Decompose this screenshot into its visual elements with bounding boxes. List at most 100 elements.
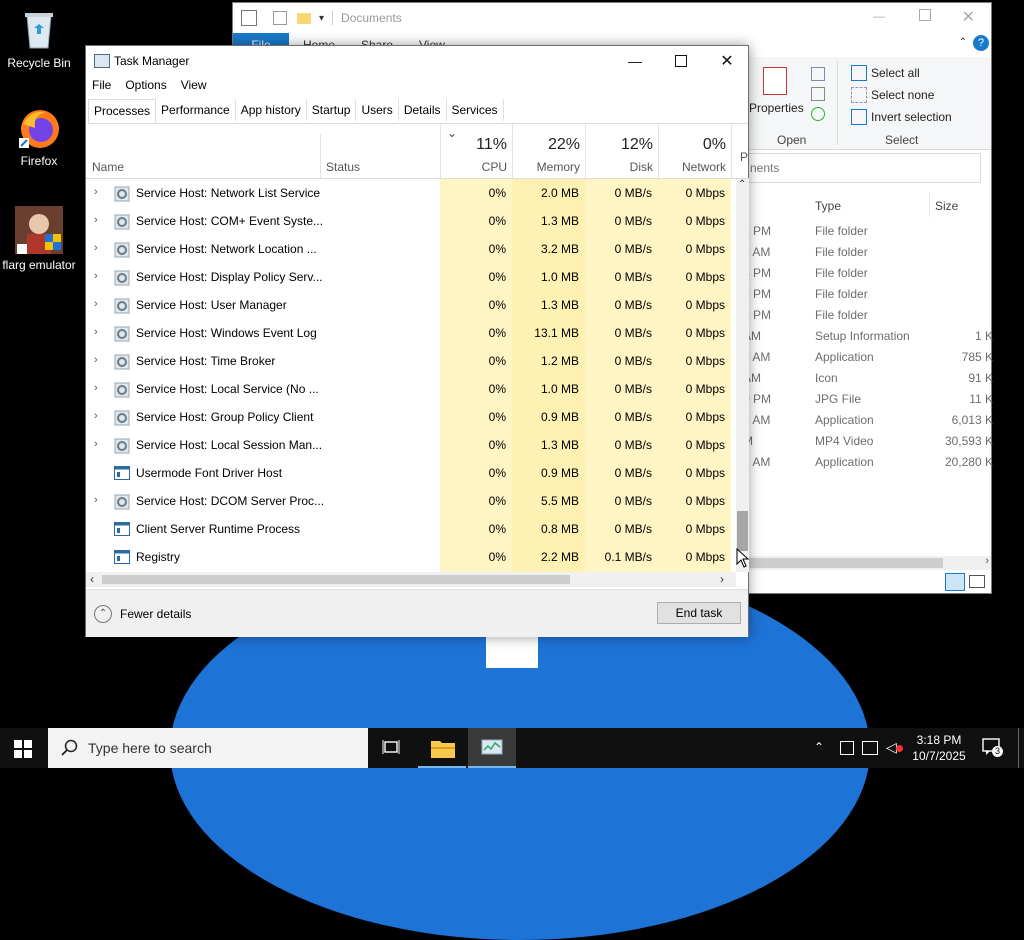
- fewer-details-button[interactable]: ⌃ Fewer details: [94, 605, 191, 623]
- file-row[interactable]: 3 PM File folder: [743, 284, 993, 305]
- file-row[interactable]: 2 AM Application 6,013 K: [743, 410, 993, 431]
- menu-view[interactable]: View: [181, 78, 207, 92]
- clock[interactable]: 3:18 PM 10/7/2025: [912, 732, 966, 772]
- minimize-button[interactable]: —: [612, 46, 658, 76]
- file-row[interactable]: 4 PM File folder: [743, 263, 993, 284]
- vertical-scrollbar[interactable]: ⌃: [736, 179, 749, 572]
- header-network[interactable]: 0% Network: [658, 124, 732, 178]
- process-row[interactable]: › Service Host: Local Service (No ... 0% 1.…: [86, 375, 736, 403]
- explorer-hscroll-thumb[interactable]: [743, 558, 943, 568]
- header-cpu[interactable]: ⌄ 11% CPU: [440, 124, 513, 178]
- horizontal-scroll-thumb[interactable]: [102, 575, 570, 584]
- process-row[interactable]: Usermode Font Driver Host 0% 0.9 MB 0 MB/s 0…: [86, 459, 736, 487]
- properties-quick-icon[interactable]: [273, 11, 287, 25]
- expand-chevron-icon[interactable]: ›: [94, 326, 104, 338]
- tab-details[interactable]: Details: [399, 99, 447, 121]
- edit-icon[interactable]: [811, 87, 825, 101]
- process-row[interactable]: › Service Host: Display Policy Serv... 0% 1…: [86, 263, 736, 291]
- open-icon[interactable]: [811, 67, 825, 81]
- expand-chevron-icon[interactable]: ›: [94, 186, 104, 198]
- expand-chevron-icon[interactable]: ›: [94, 270, 104, 282]
- taskbar-task-manager[interactable]: [468, 728, 516, 768]
- header-disk[interactable]: 12% Disk: [585, 124, 659, 178]
- expand-chevron-icon[interactable]: ›: [94, 214, 104, 226]
- explorer-close-button[interactable]: ✕: [962, 7, 975, 27]
- scroll-right-icon[interactable]: ›: [720, 572, 724, 586]
- process-row[interactable]: › Service Host: Network Location ... 0% 3.2…: [86, 235, 736, 263]
- help-icon[interactable]: ?: [973, 35, 989, 51]
- desktop-icon-flarg-emulator[interactable]: flarg emulator: [1, 206, 77, 272]
- network-icon[interactable]: [862, 741, 878, 755]
- expand-chevron-icon[interactable]: ›: [94, 354, 104, 366]
- scroll-up-icon[interactable]: ⌃: [738, 179, 746, 190]
- taskbar-file-explorer[interactable]: [418, 728, 466, 768]
- tab-performance[interactable]: Performance: [156, 99, 236, 121]
- task-manager-window[interactable]: Task Manager — ✕ File Options View Proce…: [85, 45, 750, 637]
- vertical-scroll-thumb[interactable]: [737, 511, 748, 551]
- process-row[interactable]: Client Server Runtime Process 0% 0.8 MB 0 M…: [86, 515, 736, 543]
- start-button[interactable]: [14, 740, 32, 761]
- process-row[interactable]: › Service Host: Group Policy Client 0% 0.9 …: [86, 403, 736, 431]
- process-row[interactable]: › Service Host: User Manager 0% 1.3 MB 0 MB/…: [86, 291, 736, 319]
- expand-chevron-icon[interactable]: ›: [94, 382, 104, 394]
- invert-selection-button[interactable]: Invert selection: [851, 109, 952, 125]
- process-row[interactable]: › Service Host: Local Session Man... 0% 1.3…: [86, 431, 736, 459]
- collapse-ribbon-icon[interactable]: ⌃: [959, 37, 967, 48]
- process-row[interactable]: › Service Host: Windows Event Log 0% 13.1 M…: [86, 319, 736, 347]
- file-row[interactable]: MMP4 Video30,593 K: [743, 431, 993, 452]
- process-row[interactable]: › Service Host: Network List Service 0% 2.0…: [86, 179, 736, 207]
- volume-muted-icon[interactable]: ◁: [886, 739, 903, 779]
- history-icon[interactable]: [811, 107, 825, 121]
- explorer-hscrollbar[interactable]: ›: [743, 555, 991, 570]
- scroll-right-icon[interactable]: ›: [985, 555, 989, 567]
- details-view-icon[interactable]: [945, 573, 965, 591]
- folder-quick-icon[interactable]: [297, 12, 311, 24]
- process-row[interactable]: Registry 0% 2.2 MB 0.1 MB/s 0 Mbps: [86, 543, 736, 571]
- menu-file[interactable]: File: [92, 78, 111, 92]
- process-row[interactable]: › Service Host: COM+ Event Syste... 0% 1.3 …: [86, 207, 736, 235]
- show-desktop-button[interactable]: [1018, 728, 1019, 768]
- header-name[interactable]: Name: [92, 160, 124, 174]
- properties-button[interactable]: Properties: [749, 101, 804, 115]
- expand-chevron-icon[interactable]: ›: [94, 242, 104, 254]
- tab-processes[interactable]: Processes: [88, 99, 157, 123]
- tab-startup[interactable]: Startup: [307, 99, 357, 121]
- process-row[interactable]: › Service Host: Time Broker 0% 1.2 MB 0 MB/s…: [86, 347, 736, 375]
- header-memory[interactable]: 22% Memory: [512, 124, 586, 178]
- maximize-button[interactable]: [658, 46, 704, 76]
- task-view-button[interactable]: [382, 738, 400, 756]
- tab-services[interactable]: Services: [447, 99, 504, 121]
- header-power[interactable]: P: [740, 150, 748, 164]
- desktop-icon-recycle-bin[interactable]: Recycle Bin: [1, 8, 77, 70]
- explorer-minimize-button[interactable]: —: [873, 9, 885, 23]
- tray-app-icon[interactable]: [840, 741, 854, 755]
- end-task-button[interactable]: End task: [657, 602, 741, 624]
- file-row[interactable]: 0 PM JPG File 11 K: [743, 389, 993, 410]
- desktop-icon-firefox[interactable]: Firefox: [1, 106, 77, 168]
- file-row[interactable]: 2 AM Application 20,280 K: [743, 452, 993, 473]
- select-all-button[interactable]: Select all: [851, 65, 920, 81]
- tab-users[interactable]: Users: [356, 99, 399, 121]
- action-center-button[interactable]: 3: [982, 738, 1003, 757]
- file-row[interactable]: 5 AM Application 785 K: [743, 347, 993, 368]
- file-row[interactable]: AM Setup Information 1 K: [743, 326, 993, 347]
- explorer-maximize-button[interactable]: [919, 9, 931, 21]
- header-status[interactable]: Status: [326, 160, 360, 174]
- show-hidden-icons-button[interactable]: ⌃: [814, 740, 824, 780]
- horizontal-scrollbar[interactable]: ‹ ›: [86, 572, 736, 587]
- tab-app-history[interactable]: App history: [236, 99, 307, 121]
- file-row[interactable]: AM Icon 91 K: [743, 368, 993, 389]
- column-header-size[interactable]: Size: [935, 199, 958, 213]
- file-row[interactable]: 3 PM File folder: [743, 221, 993, 242]
- taskbar-search-box[interactable]: Type here to search: [48, 728, 368, 768]
- explorer-search-box[interactable]: nents: [743, 153, 981, 183]
- expand-chevron-icon[interactable]: ›: [94, 298, 104, 310]
- file-row[interactable]: 5 PM File folder: [743, 305, 993, 326]
- process-row[interactable]: › Service Host: DCOM Server Proc... 0% 5.5 …: [86, 487, 736, 515]
- close-button[interactable]: ✕: [704, 46, 750, 76]
- column-header-type[interactable]: Type: [815, 199, 841, 213]
- large-icons-view-icon[interactable]: [969, 575, 985, 588]
- menu-options[interactable]: Options: [125, 78, 166, 92]
- select-none-button[interactable]: Select none: [851, 87, 934, 103]
- expand-chevron-icon[interactable]: ›: [94, 494, 104, 506]
